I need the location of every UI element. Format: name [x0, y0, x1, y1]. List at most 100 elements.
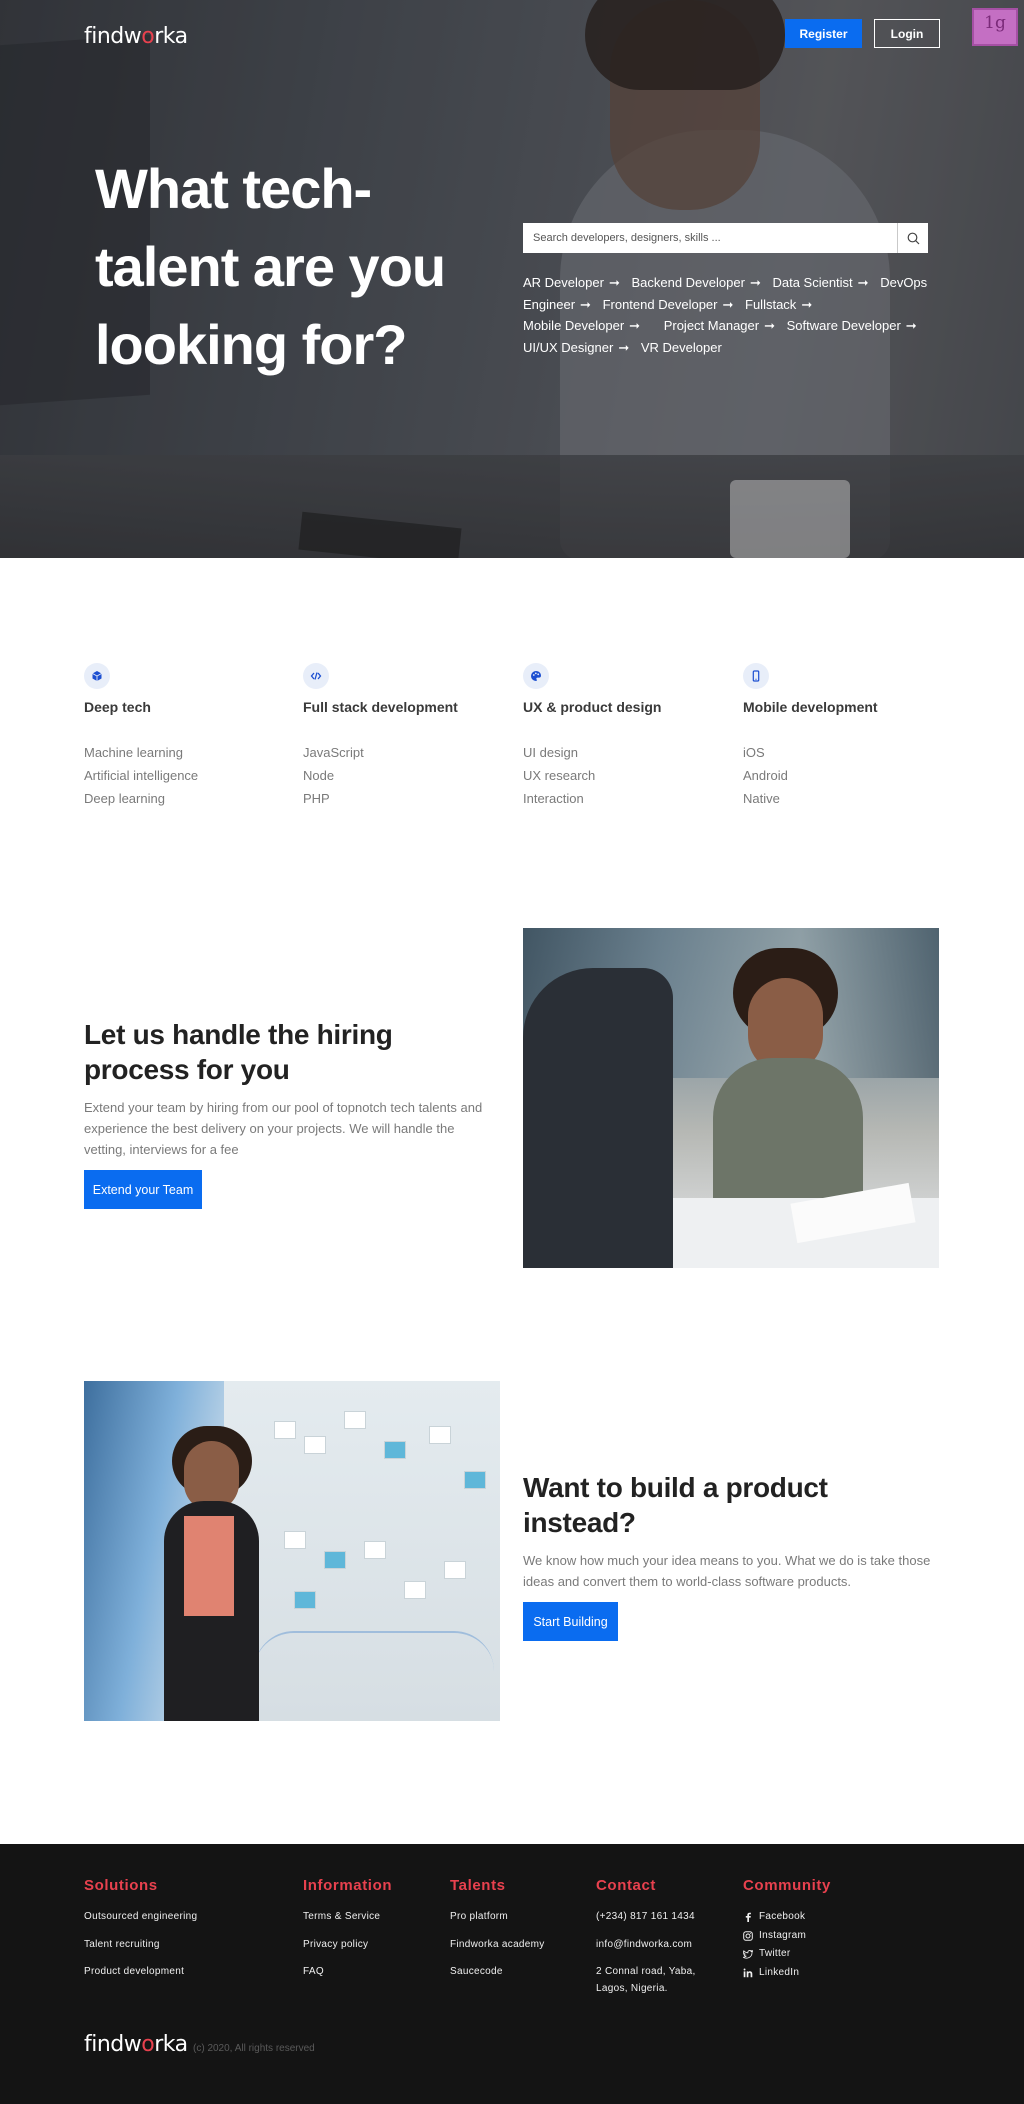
service-full-stack: Full stack development JavaScript Node P…	[303, 663, 503, 810]
role-link[interactable]: Backend Developer ➞	[631, 275, 768, 290]
search-input[interactable]	[523, 223, 897, 253]
arrow-right-icon: ➞	[722, 296, 734, 312]
hiring-description: Extend your team by hiring from our pool…	[84, 1100, 483, 1157]
service-item: JavaScript	[303, 745, 364, 760]
footer-community: Community Facebook Instagram Twitter Lin…	[743, 1877, 831, 1982]
facebook-icon	[743, 1912, 753, 1923]
social-label: LinkedIn	[759, 1966, 800, 1978]
product-description: We know how much your idea means to you.…	[523, 1553, 931, 1589]
footer-heading: Community	[743, 1877, 831, 1894]
service-item: iOS	[743, 745, 765, 760]
service-item: Deep learning	[84, 791, 165, 806]
role-link[interactable]: Project Manager ➞	[664, 318, 783, 333]
arrow-right-icon: ➞	[608, 275, 620, 290]
contact-phone[interactable]: (+234) 817 161 1434	[596, 1903, 706, 1931]
footer-contact: Contact (+234) 817 161 1434 info@findwor…	[596, 1877, 706, 1997]
hero-title: What tech-talent are you looking for?	[95, 157, 446, 376]
logo-text-start: findw	[84, 2032, 142, 2057]
search-bar	[523, 223, 928, 253]
arrow-right-icon: ➞	[801, 296, 813, 312]
code-icon	[303, 663, 329, 689]
service-title: Mobile development	[743, 699, 878, 715]
footer-information: Information Terms & Service Privacy poli…	[303, 1877, 392, 1986]
footer-link[interactable]: Outsourced engineering	[84, 1903, 197, 1931]
service-item: UX research	[523, 768, 596, 783]
product-title: Want to build a product instead?	[523, 1472, 828, 1538]
service-item: Machine learning	[84, 745, 184, 760]
service-title: Full stack development	[303, 699, 458, 715]
logo-text-o: o	[141, 2032, 155, 2057]
linkedin-icon	[743, 1968, 753, 1978]
mobile-icon	[743, 663, 769, 689]
instagram-icon	[743, 1930, 753, 1941]
footer-link[interactable]: Pro platform	[450, 1903, 545, 1931]
footer-link[interactable]: Saucecode	[450, 1958, 545, 1986]
extend-team-button[interactable]: Extend your Team	[84, 1170, 202, 1209]
footer-heading: Solutions	[84, 1877, 158, 1894]
logo-text-end: rka	[154, 2032, 188, 2057]
social-label: Facebook	[759, 1911, 806, 1922]
logo-text-end: rka	[154, 24, 188, 49]
contact-email[interactable]: info@findworka.com	[596, 1931, 706, 1959]
service-title: Deep tech	[84, 699, 151, 715]
footer-logo[interactable]: findworka	[84, 2032, 188, 2057]
extension-badge[interactable]: 1g	[972, 8, 1018, 46]
service-item: PHP	[303, 791, 330, 806]
role-link[interactable]: Mobile Developer ➞	[523, 318, 648, 333]
social-link-linkedin[interactable]: LinkedIn	[743, 1964, 831, 1983]
arrow-right-icon: ➞	[905, 318, 917, 333]
service-ux-design: UX & product design UI design UX researc…	[523, 663, 723, 810]
social-label: Twitter	[759, 1948, 791, 1959]
footer-link[interactable]: Privacy policy	[303, 1931, 392, 1959]
footer-heading: Contact	[596, 1877, 657, 1894]
arrow-right-icon: ➞	[618, 339, 630, 355]
copyright-text: (c) 2020, All rights reserved	[193, 2043, 315, 2054]
twitter-icon	[743, 1949, 753, 1959]
service-title: UX & product design	[523, 699, 662, 715]
social-link-instagram[interactable]: Instagram	[743, 1927, 831, 1946]
role-link[interactable]: Software Developer ➞	[787, 318, 925, 333]
service-item: UI design	[523, 745, 578, 760]
search-button[interactable]	[897, 223, 928, 253]
meeting-photo	[523, 928, 939, 1268]
footer-solutions: Solutions Outsourced engineering Talent …	[84, 1877, 197, 1986]
social-link-facebook[interactable]: Facebook	[743, 1908, 831, 1927]
arrow-right-icon: ➞	[580, 296, 591, 312]
role-link[interactable]: UI/UX Designer ➞	[523, 340, 637, 355]
role-link[interactable]: Fullstack ➞	[745, 297, 820, 312]
start-building-button[interactable]: Start Building	[523, 1602, 618, 1641]
service-item: Native	[743, 791, 780, 806]
arrow-right-icon: ➞	[857, 275, 869, 290]
social-link-twitter[interactable]: Twitter	[743, 1945, 831, 1964]
arrow-right-icon: ➞	[629, 318, 641, 333]
service-item: Android	[743, 768, 788, 783]
arrow-right-icon: ➞	[749, 275, 761, 290]
footer-link[interactable]: Findworka academy	[450, 1931, 545, 1959]
social-label: Instagram	[759, 1929, 807, 1941]
role-link[interactable]: Frontend Developer ➞	[603, 297, 742, 312]
contact-address: 2 Connal road, Yaba, Lagos, Nigeria.	[596, 1966, 696, 1994]
login-button[interactable]: Login	[874, 19, 940, 48]
register-button[interactable]: Register	[785, 19, 862, 48]
footer-link[interactable]: Terms & Service	[303, 1903, 392, 1931]
footer-link[interactable]: Talent recruiting	[84, 1931, 197, 1959]
role-links: AR Developer ➞ Backend Developer ➞ Data Sc…	[523, 272, 933, 358]
arrow-right-icon: ➞	[764, 318, 775, 333]
footer: Solutions Outsourced engineering Talent …	[0, 1844, 1024, 2104]
cube-icon	[84, 663, 110, 689]
site-logo[interactable]: findworka	[84, 24, 188, 49]
role-link[interactable]: AR Developer ➞	[523, 275, 628, 290]
service-deep-tech: Deep tech Machine learning Artificial in…	[84, 663, 284, 810]
service-item: Node	[303, 768, 335, 783]
footer-link[interactable]: FAQ	[303, 1958, 392, 1986]
logo-text-start: findw	[84, 24, 142, 49]
footer-link[interactable]: Product development	[84, 1958, 197, 1986]
footer-talents: Talents Pro platform Findworka academy S…	[450, 1877, 545, 1986]
role-link[interactable]: VR Developer	[641, 340, 722, 355]
footer-heading: Information	[303, 1877, 393, 1894]
whiteboard-photo	[84, 1381, 500, 1721]
role-link[interactable]: Data Scientist ➞	[772, 275, 876, 290]
footer-heading: Talents	[450, 1877, 506, 1894]
service-item: Interaction	[523, 791, 584, 806]
logo-text-o: o	[141, 24, 155, 49]
